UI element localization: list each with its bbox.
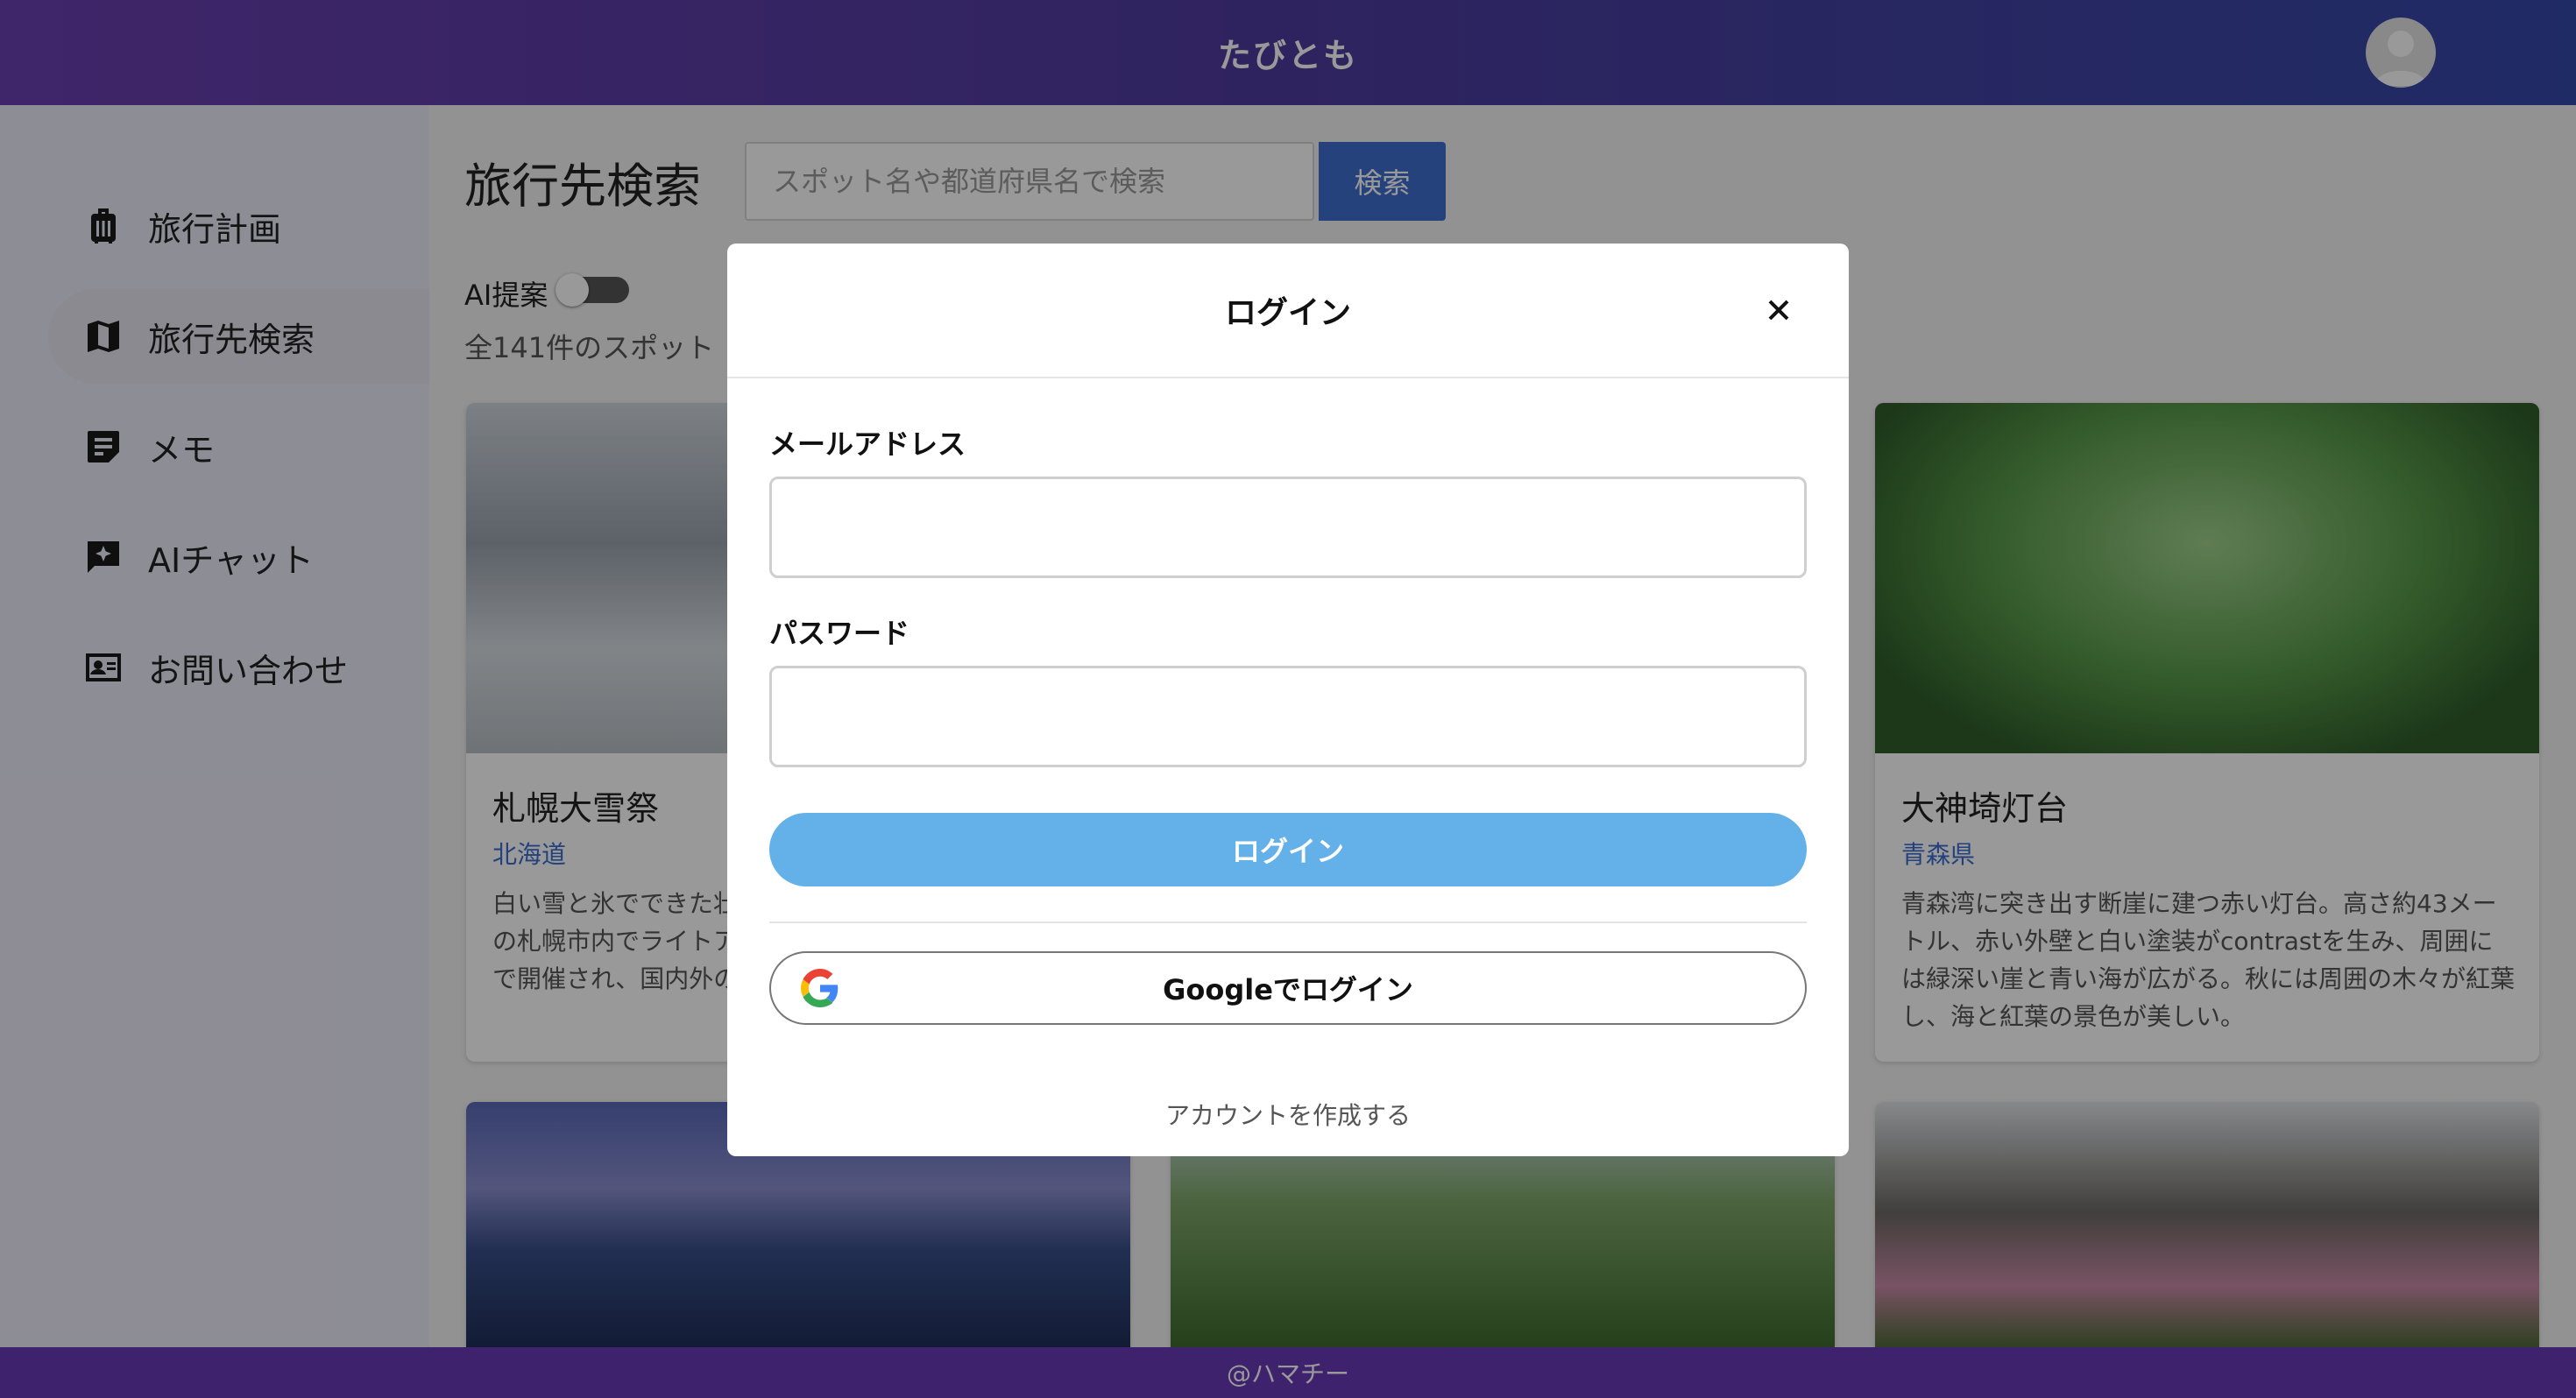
password-label: パスワード (769, 617, 910, 650)
login-modal: ログイン メールアドレス パスワード ログイン Googleでログイン アカウン… (727, 244, 1849, 1156)
google-icon (801, 969, 839, 1007)
modal-title: ログイン (1224, 295, 1352, 331)
password-field[interactable] (769, 666, 1807, 767)
login-button[interactable]: ログイン (769, 813, 1807, 886)
email-label: メールアドレス (769, 427, 966, 461)
create-account-link[interactable]: アカウントを作成する (1165, 1097, 1411, 1132)
modal-header: ログイン (727, 244, 1849, 378)
close-icon[interactable] (1761, 293, 1796, 328)
google-login-button[interactable]: Googleでログイン (769, 951, 1807, 1025)
divider (769, 921, 1807, 923)
email-field[interactable] (769, 477, 1807, 578)
google-login-label: Googleでログイン (1163, 973, 1413, 1006)
